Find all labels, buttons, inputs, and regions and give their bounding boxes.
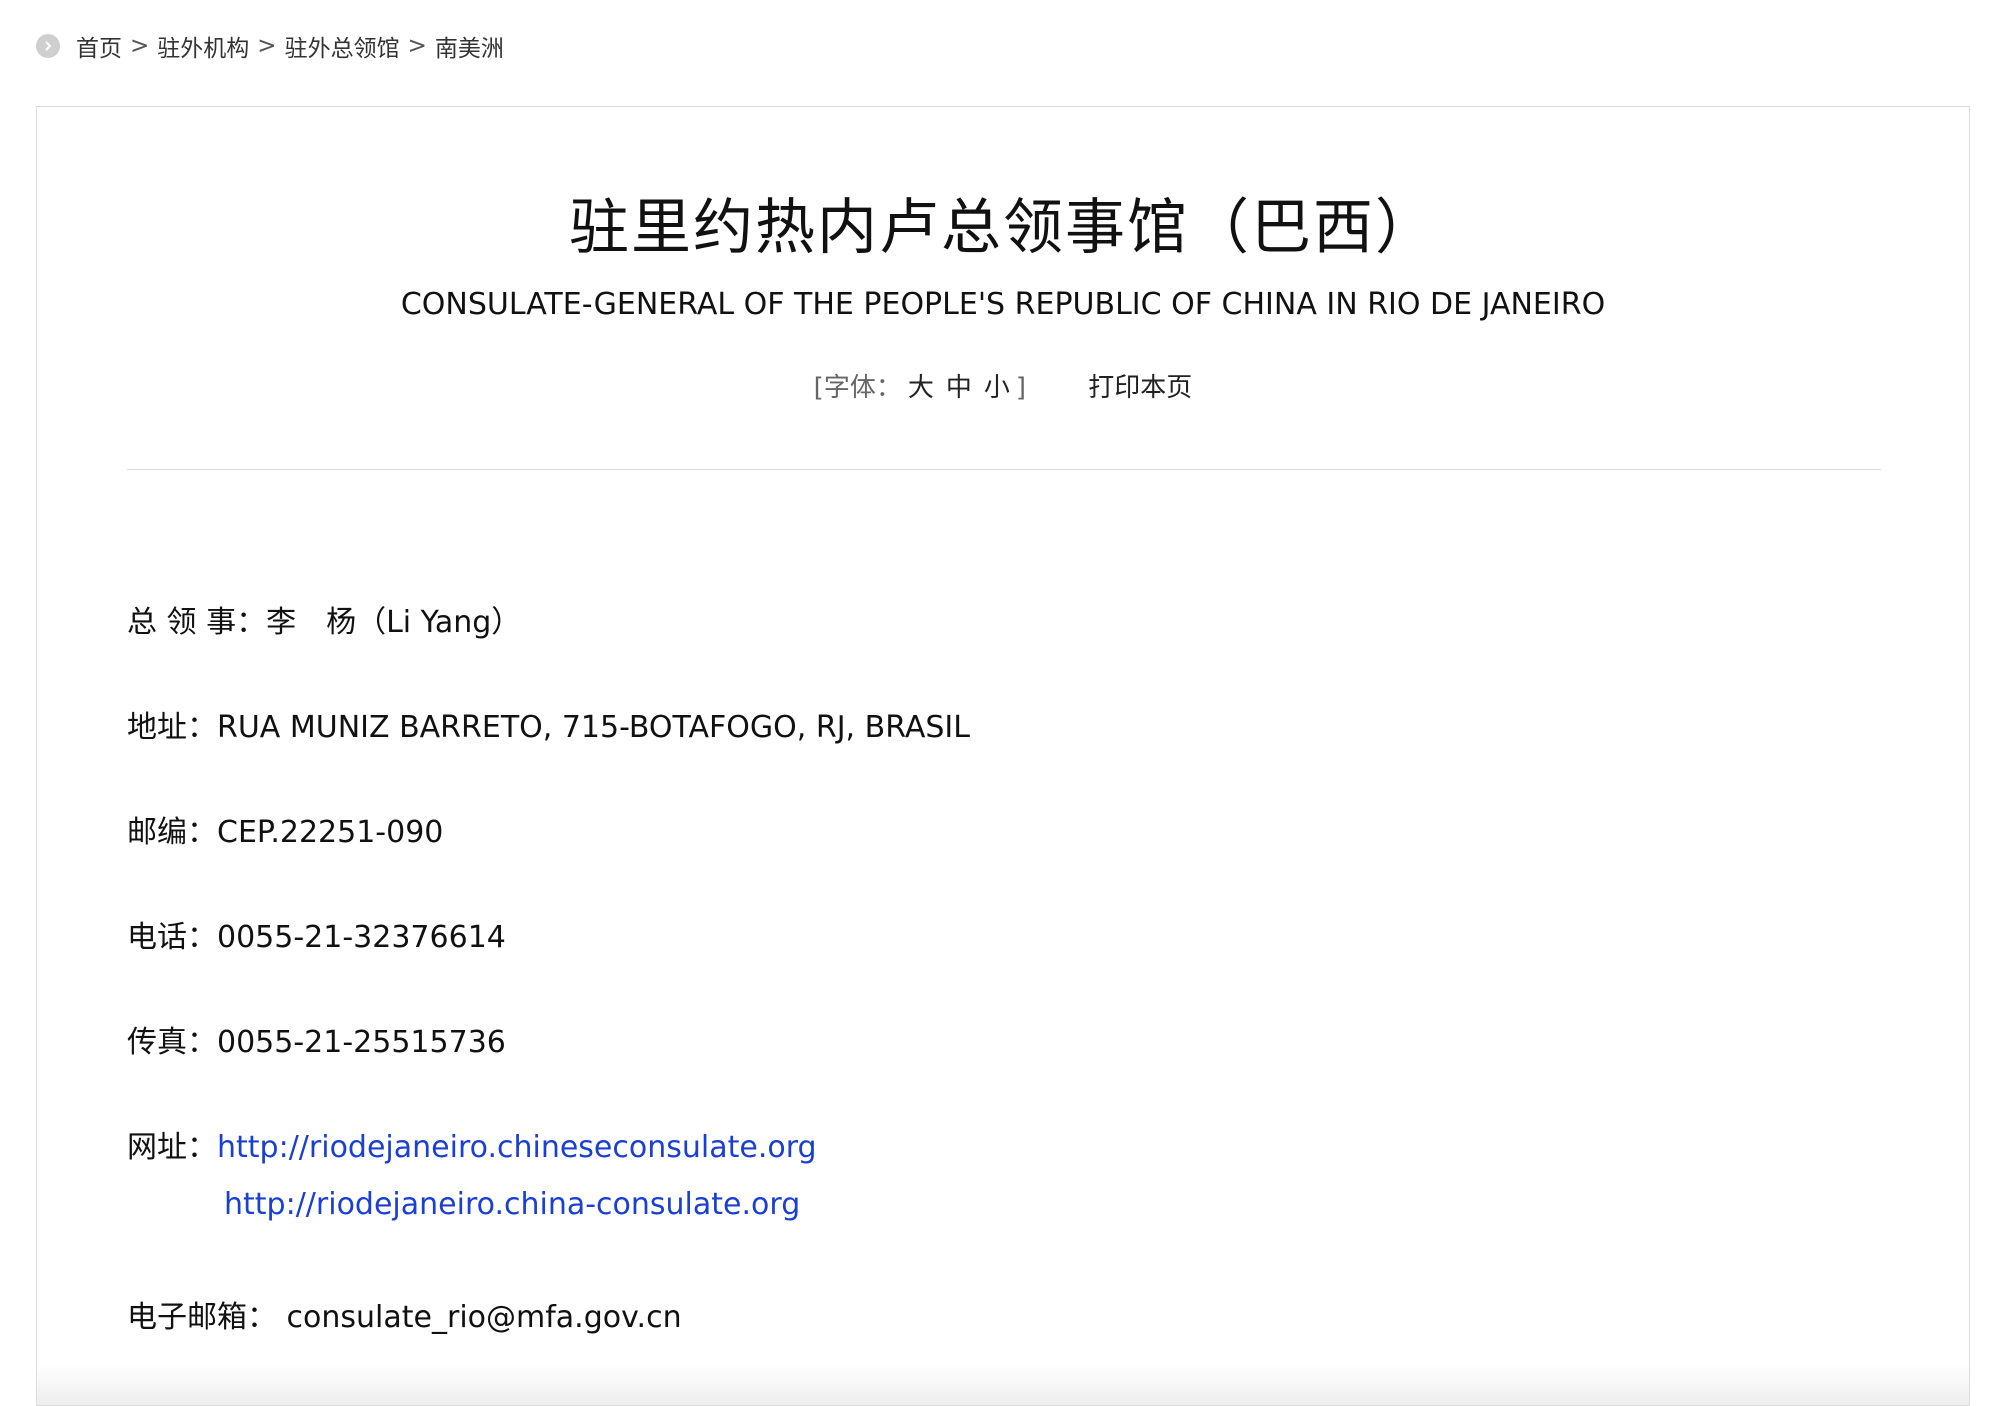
breadcrumb-separator: >	[407, 33, 427, 59]
font-size-label: [字体：	[813, 373, 902, 403]
breadcrumb-embassies-link[interactable]: 驻外机构	[157, 29, 249, 63]
postcode-label: 邮编：	[127, 815, 217, 850]
website-link-primary[interactable]: http://riodejaneiro.chineseconsulate.org	[217, 1130, 817, 1165]
breadcrumb-south-america-link[interactable]: 南美洲	[435, 29, 504, 63]
website-link-secondary[interactable]: http://riodejaneiro.china-consulate.org	[224, 1187, 800, 1222]
font-size-bracket-close: ]	[1015, 373, 1027, 403]
address-row: 地址：RUA MUNIZ BARRETO, 715-BOTAFOGO, RJ, …	[127, 702, 970, 746]
consul-general-row: 总 领 事：李 杨（Li Yang）	[127, 597, 521, 641]
consul-general-name: 李 杨（Li Yang）	[266, 605, 522, 640]
phone-label: 电话：	[127, 920, 217, 955]
print-page-button[interactable]: 打印本页	[1088, 373, 1192, 403]
email-value[interactable]: consulate_rio@mfa.gov.cn	[287, 1300, 682, 1335]
breadcrumb-consulates-link[interactable]: 驻外总领馆	[285, 29, 400, 63]
consul-general-label: 总 领 事：	[127, 605, 267, 640]
address-value: RUA MUNIZ BARRETO, 715-BOTAFOGO, RJ, BRA…	[217, 710, 970, 745]
website-row: 网址：http://riodejaneiro.chineseconsulate.…	[127, 1122, 817, 1166]
page-subtitle-english: CONSULATE-GENERAL OF THE PEOPLE'S REPUBL…	[400, 287, 1606, 322]
chevron-right-icon	[36, 34, 60, 58]
breadcrumb-home-link[interactable]: 首页	[76, 29, 122, 63]
website-row-secondary: http://riodejaneiro.china-consulate.org	[224, 1187, 800, 1222]
divider	[127, 469, 1881, 470]
postcode-value: CEP.22251-090	[217, 815, 444, 850]
email-label: 电子邮箱：	[127, 1300, 277, 1335]
breadcrumb-separator: >	[257, 33, 277, 59]
website-label: 网址：	[127, 1130, 217, 1165]
bottom-fade	[37, 1365, 1969, 1405]
content-card: 驻里约热内卢总领事馆（巴西） CONSULATE-GENERAL OF THE …	[36, 106, 1970, 1406]
phone-value: 0055-21-32376614	[217, 920, 506, 955]
fax-label: 传真：	[127, 1025, 217, 1060]
postcode-row: 邮编：CEP.22251-090	[127, 807, 443, 851]
phone-row: 电话：0055-21-32376614	[127, 912, 506, 956]
email-row: 电子邮箱： consulate_rio@mfa.gov.cn	[127, 1292, 682, 1336]
font-large-button[interactable]: 大	[908, 373, 934, 403]
font-medium-button[interactable]: 中	[946, 373, 972, 403]
page-title: 驻里约热内卢总领事馆（巴西）	[569, 193, 1437, 263]
fax-row: 传真：0055-21-25515736	[127, 1017, 506, 1061]
fax-value: 0055-21-25515736	[217, 1025, 506, 1060]
page-tools: [字体：大中小] 打印本页	[37, 367, 1969, 404]
font-small-button[interactable]: 小	[984, 373, 1010, 403]
address-label: 地址：	[127, 710, 217, 745]
breadcrumb-separator: >	[130, 33, 150, 59]
breadcrumb: 首页 > 驻外机构 > 驻外总领馆 > 南美洲	[36, 28, 504, 64]
